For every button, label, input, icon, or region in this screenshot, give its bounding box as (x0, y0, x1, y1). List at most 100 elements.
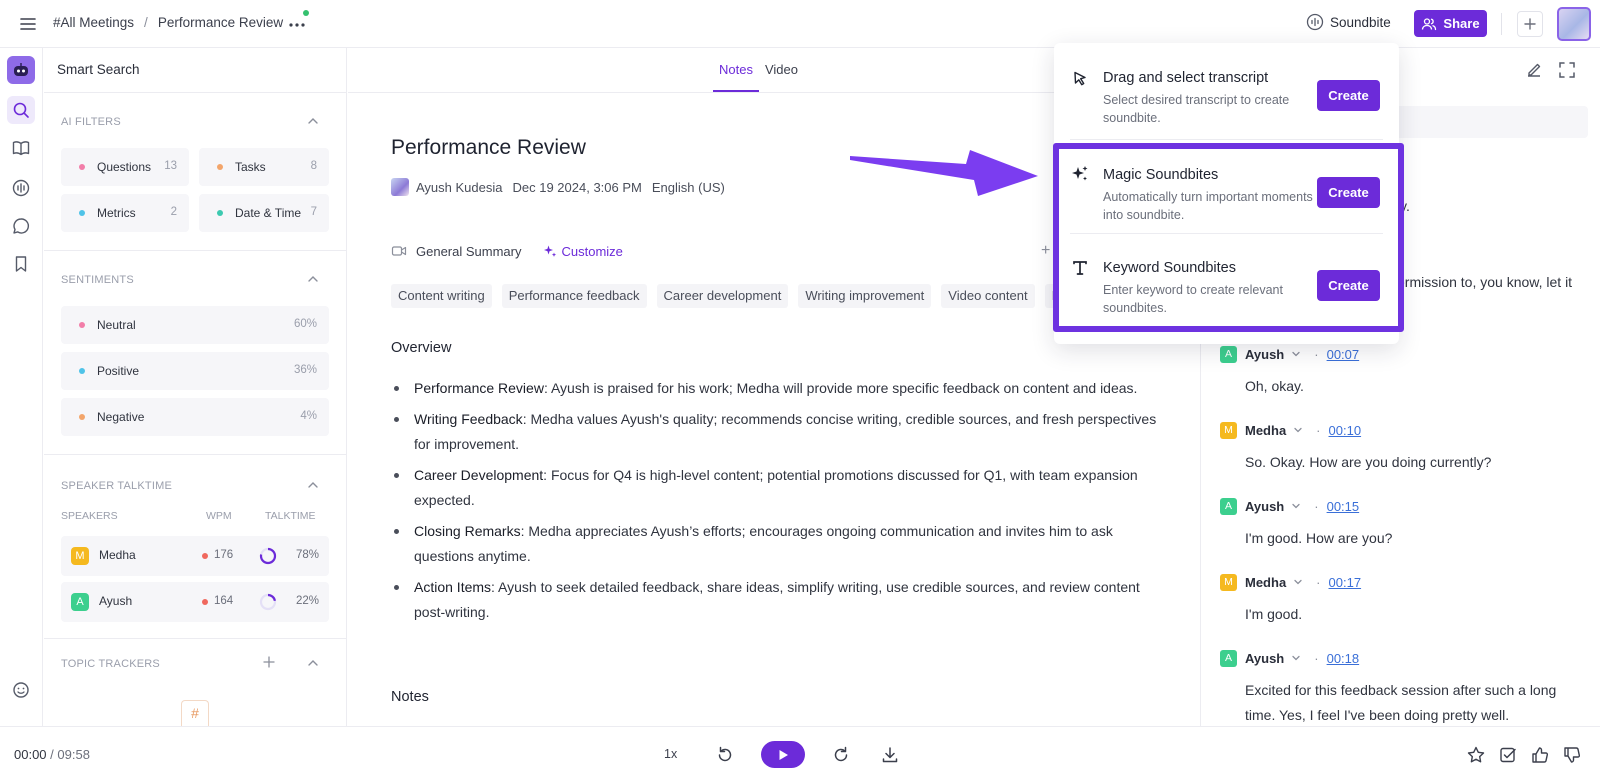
sentiment-neutral[interactable]: Neutral 60% (61, 306, 329, 344)
download-icon[interactable] (880, 745, 900, 765)
tag-chip[interactable]: Content writing (391, 284, 492, 308)
tag-chip[interactable]: Performance feedback (501, 284, 647, 308)
chevron-up-icon[interactable] (306, 478, 320, 492)
transcript-message[interactable]: M Medha · 00:17 I'm good. (1220, 573, 1590, 627)
transcript-message[interactable]: A Ayush · 00:15 I'm good. How are you? (1220, 497, 1590, 551)
filter-chip-questions[interactable]: Questions 13 (61, 148, 189, 186)
chevron-down-icon[interactable] (1292, 576, 1304, 588)
topic-hash-icon: # (181, 700, 209, 726)
divider (1501, 13, 1502, 35)
tabs: Notes Video (713, 48, 804, 92)
user-avatar[interactable] (1557, 7, 1591, 41)
chevron-up-icon[interactable] (306, 656, 320, 670)
bookmark-icon[interactable] (11, 254, 31, 274)
filter-chip-metrics[interactable]: Metrics 2 (61, 194, 189, 232)
talktime-column-header: TALKTIME (265, 510, 316, 522)
search-icon[interactable] (11, 100, 31, 120)
more-options-icon[interactable] (286, 14, 308, 34)
create-button[interactable]: Create (1317, 80, 1380, 111)
timestamp-link[interactable]: 00:17 (1329, 575, 1362, 590)
bullet-heading: Action Items (414, 579, 492, 595)
filter-chip-tasks[interactable]: Tasks 8 (199, 148, 329, 186)
divider (44, 250, 347, 251)
timestamp-link[interactable]: 00:15 (1327, 499, 1360, 514)
play-button[interactable] (761, 741, 805, 768)
timestamp-link[interactable]: 00:07 (1327, 347, 1360, 362)
option-description: Enter keyword to create relevant soundbi… (1103, 283, 1283, 315)
transcript-message[interactable]: M Medha · 00:10 So. Okay. How are you do… (1220, 421, 1590, 475)
chevron-down-icon[interactable] (1290, 500, 1302, 512)
thumbs-up-icon[interactable] (1530, 745, 1550, 765)
share-button[interactable]: Share (1414, 10, 1487, 37)
speaker-name: Medha (99, 548, 136, 562)
thumbs-down-icon[interactable] (1562, 745, 1582, 765)
smiley-icon[interactable] (11, 680, 31, 700)
bot-icon[interactable] (7, 56, 35, 84)
tag-chip[interactable]: Writing improvement (798, 284, 932, 308)
transcript-message[interactable]: A Ayush · 00:07 Oh, okay. (1220, 345, 1590, 399)
chevron-down-icon[interactable] (1292, 424, 1304, 436)
sentiment-positive[interactable]: Positive 36% (61, 352, 329, 390)
speaker-row-ayush[interactable]: A Ayush 164 22% (61, 582, 329, 622)
chevron-down-icon[interactable] (1290, 652, 1302, 664)
option-title: Magic Soundbites (1103, 167, 1219, 183)
bullet-text: : Ayush to seek detailed feedback, share… (414, 579, 1140, 620)
tag-chip[interactable]: Career development (656, 284, 789, 308)
sentiment-negative[interactable]: Negative 4% (61, 398, 329, 436)
book-icon[interactable] (11, 138, 31, 158)
speaker-name[interactable]: Medha (1245, 575, 1286, 590)
edit-icon[interactable] (1524, 60, 1544, 80)
summary-type-select[interactable]: General Summary (416, 244, 521, 259)
forward-icon[interactable] (831, 745, 851, 765)
timestamp-link[interactable]: 00:18 (1327, 651, 1360, 666)
smart-search-title[interactable]: Smart Search (57, 62, 140, 77)
bullet-heading: Closing Remarks (414, 523, 521, 539)
speaker-name[interactable]: Ayush (1245, 499, 1284, 514)
page-title: Performance Review (391, 136, 586, 159)
menu-icon[interactable] (18, 14, 38, 34)
waveform-icon[interactable] (11, 178, 31, 198)
speaker-row-medha[interactable]: M Medha 176 78% (61, 536, 329, 576)
tab-video[interactable]: Video (759, 48, 804, 92)
chevron-down-icon[interactable] (1290, 348, 1302, 360)
sentiment-dot (79, 414, 85, 420)
create-button[interactable]: Create (1317, 270, 1380, 301)
timestamp-link[interactable]: 00:10 (1329, 423, 1362, 438)
customize-button[interactable]: Customize (543, 244, 623, 259)
transcript-search-input[interactable] (1396, 106, 1588, 138)
option-drag-select: Drag and select transcript Select desire… (1054, 43, 1399, 135)
create-button[interactable]: Create (1317, 177, 1380, 208)
speaker-name[interactable]: Ayush (1245, 347, 1284, 362)
filter-chip-date-time[interactable]: Date & Time 7 (199, 194, 329, 232)
plus-icon[interactable]: + (1041, 243, 1050, 259)
soundbite-button[interactable]: Soundbite (1306, 13, 1391, 31)
add-button[interactable] (1517, 11, 1543, 37)
checkbox-icon[interactable] (1498, 745, 1518, 765)
breadcrumb-root[interactable]: #All Meetings (53, 15, 134, 30)
transcript-fragment: y. (1400, 198, 1410, 214)
tab-notes[interactable]: Notes (713, 48, 759, 92)
chat-icon[interactable] (11, 216, 31, 236)
option-keyword-soundbites: Keyword Soundbites Enter keyword to crea… (1054, 233, 1399, 325)
filter-label: Metrics (97, 206, 136, 220)
ai-filters-title: AI FILTERS (61, 116, 121, 128)
fullscreen-icon[interactable] (1557, 60, 1577, 80)
tag-chip[interactable]: Video content (941, 284, 1035, 308)
filter-label: Tasks (235, 160, 266, 174)
playback-speed[interactable]: 1x (664, 747, 677, 761)
add-topic-icon[interactable] (262, 655, 276, 669)
speaker-name[interactable]: Medha (1245, 423, 1286, 438)
filter-count: 13 (164, 160, 177, 172)
speaker-name[interactable]: Ayush (1245, 651, 1284, 666)
chevron-up-icon[interactable] (306, 114, 320, 128)
chevron-up-icon[interactable] (306, 272, 320, 286)
star-icon[interactable] (1466, 745, 1486, 765)
speaker-avatar: A (1220, 497, 1237, 515)
overview-list: Performance Review: Ayush is praised for… (391, 376, 1166, 631)
meeting-language[interactable]: English (US) (652, 180, 725, 195)
option-description: Select desired transcript to create soun… (1103, 93, 1290, 125)
rewind-icon[interactable] (715, 745, 735, 765)
separator-dot: · (1314, 650, 1319, 666)
transcript-message[interactable]: A Ayush · 00:18 Excited for this feedbac… (1220, 649, 1590, 728)
option-title: Keyword Soundbites (1103, 260, 1236, 276)
